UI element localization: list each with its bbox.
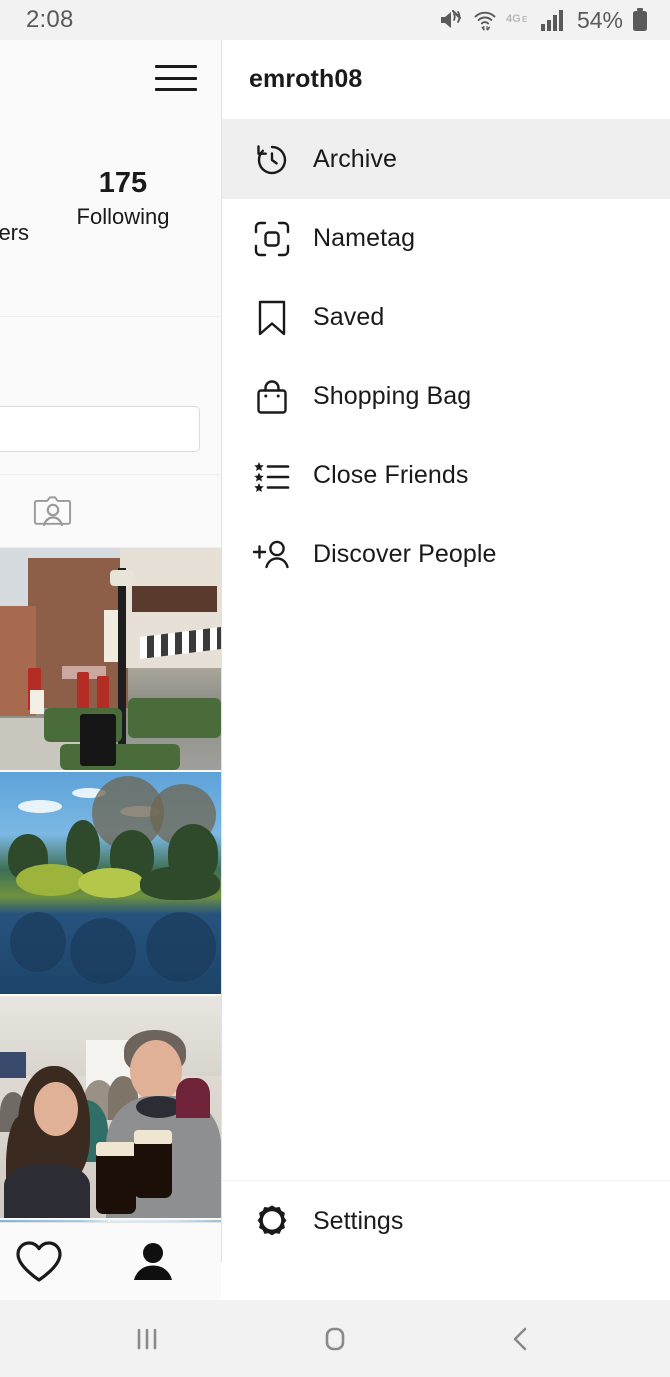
- drawer-username-label: emroth08: [249, 65, 363, 93]
- activity-tab[interactable]: [0, 1238, 78, 1286]
- hamburger-icon[interactable]: [155, 62, 197, 94]
- home-button[interactable]: [296, 1322, 374, 1356]
- status-bar-system-icons: 4G E 54%: [438, 7, 648, 34]
- recents-button[interactable]: [108, 1322, 186, 1356]
- menu-item-nametag[interactable]: Nametag: [222, 199, 670, 278]
- photo-grid-row: [0, 772, 221, 994]
- stat-following-value: 175: [98, 167, 148, 199]
- menu-item-close-friends[interactable]: Close Friends: [222, 436, 670, 515]
- profile-tab[interactable]: [118, 1238, 188, 1286]
- 4g-lte-icon: 4G E: [506, 11, 532, 29]
- profile-pane: ers 175 Following: [0, 40, 221, 1262]
- archive-clock-icon: [249, 137, 295, 183]
- menu-item-discover-people[interactable]: Discover People: [222, 515, 670, 594]
- drawer-menu-list: Archive Nametag Saved Shopping Bag Close…: [222, 120, 670, 594]
- status-bar-clock: 2:08: [26, 6, 74, 33]
- options-drawer: emroth08 Archive Nametag Saved Shopping …: [221, 40, 670, 1262]
- signal-bars-icon: [540, 9, 567, 31]
- menu-item-settings-label: Settings: [313, 1207, 404, 1235]
- stat-following-label: Following: [76, 204, 170, 230]
- hamburger-bar: [155, 88, 197, 91]
- person-icon: [134, 1242, 172, 1280]
- back-chevron-icon: [513, 1327, 527, 1350]
- menu-item-saved[interactable]: Saved: [222, 278, 670, 357]
- close-friends-icon: [249, 453, 295, 499]
- battery-percent-label: 54%: [576, 6, 623, 33]
- android-nav-bar: [0, 1300, 670, 1377]
- person-card-icon: [33, 496, 72, 527]
- status-bar: 2:08 4G E 54%: [0, 0, 670, 40]
- menu-item-nametag-label: Nametag: [313, 224, 416, 252]
- pond-landscape-photo[interactable]: [0, 772, 221, 994]
- mute-vibrate-icon: [438, 8, 464, 32]
- battery-icon: [632, 8, 648, 32]
- drawer-username-header[interactable]: emroth08: [222, 40, 670, 120]
- heart-icon: [16, 1240, 62, 1282]
- menu-item-archive[interactable]: Archive: [222, 120, 670, 199]
- photo-grid: [0, 548, 221, 1262]
- recents-bars-icon: [137, 1328, 157, 1349]
- menu-item-archive-label: Archive: [313, 145, 398, 173]
- discover-people-icon: [249, 532, 295, 578]
- photo-grid-row: [0, 548, 221, 770]
- menu-item-close-friends-label: Close Friends: [313, 461, 469, 489]
- menu-item-shopping-bag[interactable]: Shopping Bag: [222, 357, 670, 436]
- edit-profile-button[interactable]: [0, 406, 200, 452]
- svg-text:E: E: [522, 15, 528, 24]
- street-scene-photo[interactable]: [0, 548, 221, 770]
- menu-item-saved-label: Saved: [313, 303, 385, 331]
- hamburger-bar: [155, 65, 197, 68]
- profile-tabs: [0, 474, 221, 548]
- tagged-photos-tab[interactable]: [33, 492, 75, 537]
- hamburger-bar: [155, 76, 197, 80]
- svg-text:4G: 4G: [506, 13, 521, 25]
- stat-followers-label-clipped[interactable]: ers: [0, 220, 29, 246]
- bookmark-icon: [249, 295, 295, 341]
- menu-item-shopping-bag-label: Shopping Bag: [313, 382, 472, 410]
- photo-grid-row: [0, 996, 221, 1218]
- stat-following[interactable]: 175 Following: [58, 168, 188, 230]
- profile-header: ers 175 Following: [0, 40, 221, 452]
- menu-item-settings[interactable]: Settings: [222, 1180, 670, 1262]
- bottom-tab-bar: [0, 1222, 221, 1300]
- gear-icon: [249, 1199, 295, 1245]
- home-square-icon: [325, 1327, 345, 1350]
- back-button[interactable]: [482, 1322, 560, 1356]
- menu-item-discover-people-label: Discover People: [313, 540, 497, 568]
- shopping-bag-icon: [249, 374, 295, 420]
- wifi-icon: [473, 8, 497, 32]
- nametag-icon: [249, 216, 295, 262]
- guinness-selfie-photo[interactable]: [0, 996, 221, 1218]
